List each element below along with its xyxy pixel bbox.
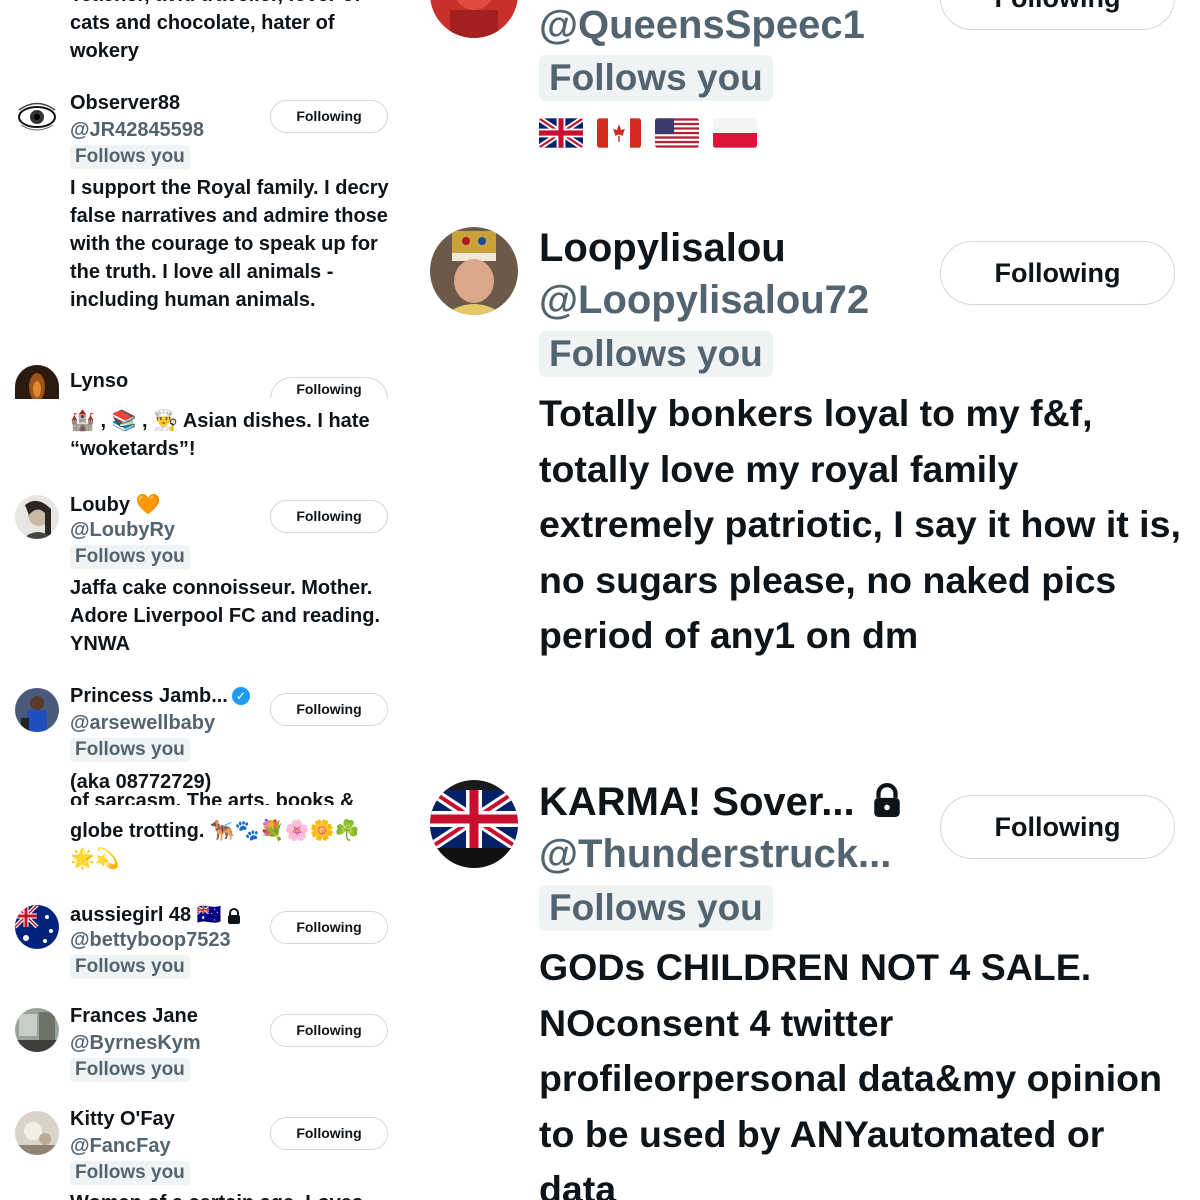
user-cell-loopylisalou[interactable]: Loopylisalou @Loopylisalou72 Follows you…	[410, 226, 1200, 746]
dark-avatar[interactable]	[15, 365, 59, 399]
user-handle[interactable]: @LoubyRy	[70, 519, 175, 542]
follows-you-badge: Follows you	[70, 1161, 190, 1185]
user-name[interactable]: Princess Jamb... ✓	[70, 685, 250, 708]
following-button[interactable]: Following	[270, 693, 388, 726]
following-button[interactable]: Following	[940, 0, 1175, 30]
following-button[interactable]: Following	[940, 241, 1175, 305]
follows-you-badge: Follows you	[70, 955, 190, 979]
usa-flag-icon	[655, 118, 699, 148]
follows-you-badge: Follows you	[70, 545, 190, 569]
user-handle[interactable]: @ByrnesKym	[70, 1032, 201, 1055]
red-avatar[interactable]	[430, 0, 518, 38]
user-cell-frances[interactable]: Frances Jane @ByrnesKym Follows you Foll…	[0, 998, 400, 1098]
user-name[interactable]: Frances Jane	[70, 1005, 198, 1028]
user-cell-kitty[interactable]: Kitty O'Fay @FancFay Follows you Woman o…	[0, 1101, 400, 1200]
user-handle[interactable]: @bettyboop7523	[70, 929, 231, 952]
user-name[interactable]: Loopylisalou	[539, 226, 786, 271]
user-handle[interactable]: @Loopylisalou72	[539, 278, 869, 323]
eye-avatar[interactable]	[15, 95, 59, 139]
user-handle[interactable]: @QueensSpeec1	[539, 3, 865, 48]
user-bio: Jaffa cake connoisseur. Mother. Adore Li…	[70, 577, 381, 655]
user-name[interactable]: aussiegirl 48 🇦🇺	[70, 902, 241, 927]
user-cell-queensspeec1[interactable]: @QueensSpeec1 Follows you Following	[410, 0, 1200, 200]
canada-flag-icon	[597, 118, 641, 148]
union-jack-avatar[interactable]	[430, 780, 518, 868]
following-button[interactable]: Following	[270, 377, 388, 399]
following-button[interactable]: Following	[940, 795, 1175, 859]
follows-you-badge: Follows you	[70, 738, 190, 762]
lock-icon	[873, 783, 900, 817]
australia-flag-emoji: 🇦🇺	[196, 904, 222, 926]
flag-emoji-row	[539, 118, 757, 148]
follows-you-badge: Follows you	[70, 145, 190, 169]
following-button[interactable]: Following	[270, 500, 388, 533]
user-bio: globe trotting. 🐕‍🦺🐾💐🌸🌼☘️	[70, 820, 360, 842]
australia-flag-avatar[interactable]	[15, 905, 59, 949]
room-avatar[interactable]	[15, 1008, 59, 1052]
user-bio-partial: Woman of a certain age. Loves	[70, 1189, 395, 1200]
uk-flag-icon	[539, 118, 583, 148]
user-bio: of sarcasm. The arts, books &	[70, 791, 355, 805]
user-name[interactable]: KARMA! Sover...	[539, 780, 902, 825]
user-bio: GODs CHILDREN NOT 4 SALE. NOconsent 4 tw…	[539, 946, 1162, 1200]
king-avatar[interactable]	[430, 227, 518, 315]
user-bio: 🏰 , 📚 , 👨‍🍳 Asian dishes. I hate	[70, 410, 370, 432]
portrait-avatar[interactable]	[15, 495, 59, 539]
user-name[interactable]: Louby 🧡	[70, 492, 160, 517]
following-button[interactable]: Following	[270, 1117, 388, 1150]
lock-icon	[228, 907, 241, 924]
princess-avatar[interactable]	[15, 688, 59, 732]
user-cell-princess[interactable]: Princess Jamb... ✓ @arsewellbaby Follows …	[0, 678, 400, 888]
follows-you-badge: Follows you	[70, 1058, 190, 1082]
orange-heart-emoji: 🧡	[135, 494, 161, 516]
user-handle[interactable]: @arsewellbaby	[70, 712, 215, 735]
follows-you-badge: Follows you	[539, 331, 773, 377]
follows-you-badge: Follows you	[539, 55, 773, 101]
user-handle[interactable]: @Thunderstruck...	[539, 832, 891, 877]
user-cell-louby[interactable]: Louby 🧡 @LoubyRy Follows you Jaffa cake …	[0, 485, 400, 665]
scroll-seam-divider	[0, 399, 400, 401]
follows-you-badge: Follows you	[539, 885, 773, 931]
user-handle[interactable]: @FancFay	[70, 1135, 171, 1158]
poland-flag-icon	[713, 118, 757, 148]
user-bio: “woketards”!	[70, 438, 196, 460]
user-name[interactable]: Lynso	[70, 370, 128, 393]
following-button[interactable]: Following	[270, 100, 388, 133]
user-cell-aussiegirl[interactable]: aussiegirl 48 🇦🇺 @bettyboop7523 Follows …	[0, 895, 400, 995]
user-cell-lynso[interactable]: Lynso Following 🏰 , 📚 , 👨‍🍳 Asian dishes…	[0, 365, 400, 485]
left-screenshot-panel: Teacher, avid traveller, lover of cats a…	[0, 0, 400, 1200]
user-name[interactable]: Observer88	[70, 92, 180, 115]
user-bio: Totally bonkers loyal to my f&f, totally…	[539, 392, 1181, 656]
following-button[interactable]: Following	[270, 911, 388, 944]
user-cell-karma[interactable]: KARMA! Sover... @Thunderstruck... Follow…	[410, 780, 1200, 1200]
following-button[interactable]: Following	[270, 1014, 388, 1047]
user-cell-observer88[interactable]: Observer88 @JR42845598 Follows you I sup…	[0, 0, 400, 360]
user-bio: 🌟💫	[70, 848, 120, 870]
right-screenshot-panel: @QueensSpeec1 Follows you Following Loop…	[410, 0, 1200, 1200]
kitty-avatar[interactable]	[15, 1111, 59, 1155]
verified-badge-icon: ✓	[231, 687, 250, 705]
user-name[interactable]: Kitty O'Fay	[70, 1108, 175, 1131]
user-handle[interactable]: @JR42845598	[70, 119, 204, 142]
user-bio: I support the Royal family. I decry fals…	[70, 177, 389, 311]
